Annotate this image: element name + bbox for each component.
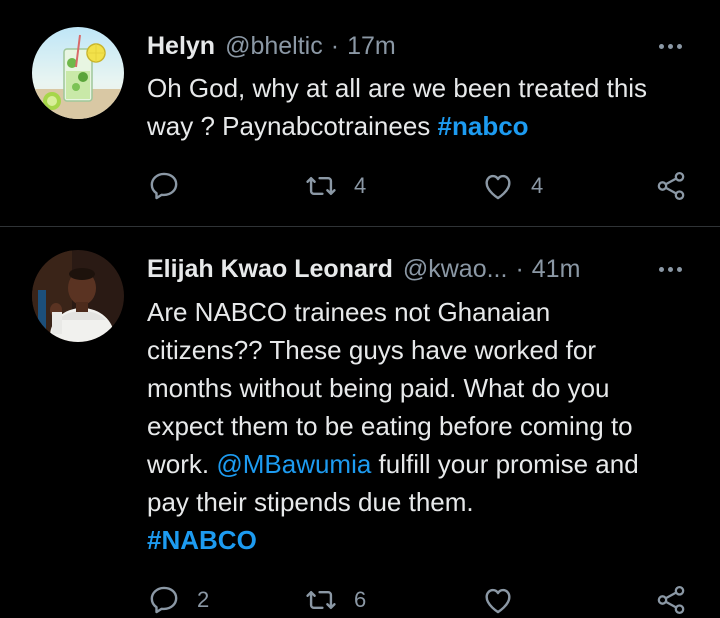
reply-button[interactable]: 2	[147, 582, 209, 618]
tweet-text: Oh God, why at all are we been treated t…	[147, 69, 690, 145]
timestamp[interactable]: 17m	[347, 32, 396, 61]
hashtag-link[interactable]: #NABCO	[147, 525, 257, 555]
retweet-button[interactable]: 6	[304, 582, 366, 618]
avatar[interactable]	[32, 27, 124, 119]
tweet-actions: 4 4	[147, 168, 690, 204]
share-icon	[657, 585, 685, 615]
tweet-text-segment: work.	[147, 449, 217, 479]
like-icon	[485, 174, 511, 200]
tweet-text-line: months without being paid. What do you	[147, 373, 610, 403]
tweet-text-line: citizens?? These guys have worked for	[147, 335, 596, 365]
retweet-icon	[306, 177, 336, 195]
reply-icon	[150, 586, 178, 614]
tweet-header: Elijah Kwao Leonard @kwao... · 41m	[147, 251, 660, 287]
tweet-actions: 2 6	[147, 582, 690, 618]
handle[interactable]: @bheltic	[225, 32, 323, 61]
retweet-count: 4	[354, 173, 367, 198]
more-icon[interactable]	[652, 251, 688, 287]
avatar-image	[32, 250, 124, 342]
tweet[interactable]: Elijah Kwao Leonard @kwao... · 41m Are N…	[0, 227, 720, 615]
tweet-text-line: #NABCO	[147, 521, 690, 559]
avatar-image	[32, 27, 124, 119]
separator: ·	[515, 254, 524, 283]
reply-button[interactable]	[147, 168, 181, 204]
separator: ·	[330, 31, 340, 60]
more-icon[interactable]	[652, 28, 688, 64]
retweet-icon	[306, 591, 336, 609]
tweet-text: Are NABCO trainees not Ghanaian citizens…	[147, 293, 690, 559]
like-icon	[485, 588, 511, 614]
retweet-button[interactable]: 4	[304, 168, 366, 204]
display-name[interactable]: Elijah Kwao Leonard	[147, 255, 393, 284]
tweet[interactable]: Helyn @bheltic · 17m Oh God, why at all …	[0, 0, 720, 227]
share-button[interactable]	[654, 168, 688, 204]
tweet-text-line: Oh God, why at all are we been treated t…	[147, 73, 648, 103]
avatar[interactable]	[32, 250, 124, 342]
reply-icon	[150, 172, 178, 200]
share-icon	[657, 171, 685, 201]
like-button[interactable]: 4	[481, 168, 543, 204]
mention-link[interactable]: @MBawumia	[216, 449, 371, 479]
hashtag-link[interactable]: #nabco	[438, 111, 529, 141]
tweet-text-segment: fulfill your promise and	[371, 449, 639, 479]
share-button[interactable]	[654, 582, 688, 618]
reply-count: 2	[197, 587, 210, 612]
tweet-header: Helyn @bheltic · 17m	[147, 28, 660, 64]
retweet-count: 6	[354, 587, 367, 612]
like-button[interactable]	[481, 582, 515, 618]
tweet-text-line: expect them to be eating before coming t…	[147, 411, 633, 441]
tweet-text-line: way ? Paynabcotrainees #nabco	[147, 107, 690, 145]
tweet-text-line: pay their stipends due them.	[147, 487, 474, 517]
timestamp[interactable]: 41m	[532, 255, 581, 284]
like-count: 4	[531, 173, 544, 198]
display-name[interactable]: Helyn	[147, 32, 215, 61]
tweet-text-line: Are NABCO trainees not Ghanaian	[147, 297, 551, 327]
tweet-text-segment: way ? Paynabcotrainees	[147, 111, 438, 141]
handle[interactable]: @kwao...	[403, 255, 508, 284]
tweet-text-line: work. @MBawumia fulfill your promise and	[147, 445, 690, 483]
